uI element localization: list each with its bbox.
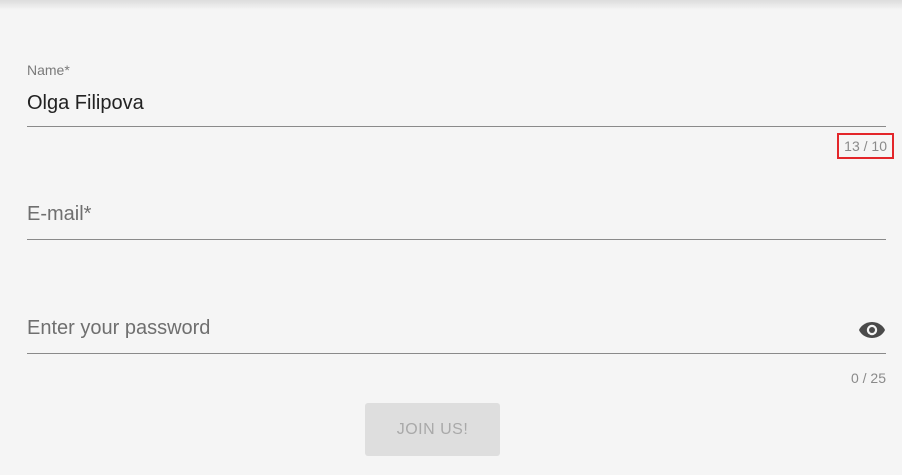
email-label: E-mail* [27, 203, 92, 225]
name-input-value[interactable]: Olga Filipova [27, 92, 144, 115]
password-underline [27, 353, 886, 354]
email-field[interactable]: E-mail* [27, 195, 886, 245]
name-field[interactable]: Name* Olga Filipova 13 / 10 [27, 60, 894, 170]
email-underline [27, 239, 886, 240]
join-us-button[interactable]: JOIN US! [365, 403, 500, 456]
password-field[interactable]: Enter your password 0 / 25 [27, 310, 886, 390]
name-label: Name* [27, 62, 70, 78]
signup-form: Name* Olga Filipova 13 / 10 E-mail* Ente… [0, 0, 902, 475]
name-char-counter: 13 / 10 [837, 133, 894, 159]
eye-icon[interactable] [858, 320, 886, 340]
name-underline [27, 126, 886, 127]
password-char-counter: 0 / 25 [850, 370, 886, 386]
password-label: Enter your password [27, 317, 211, 339]
